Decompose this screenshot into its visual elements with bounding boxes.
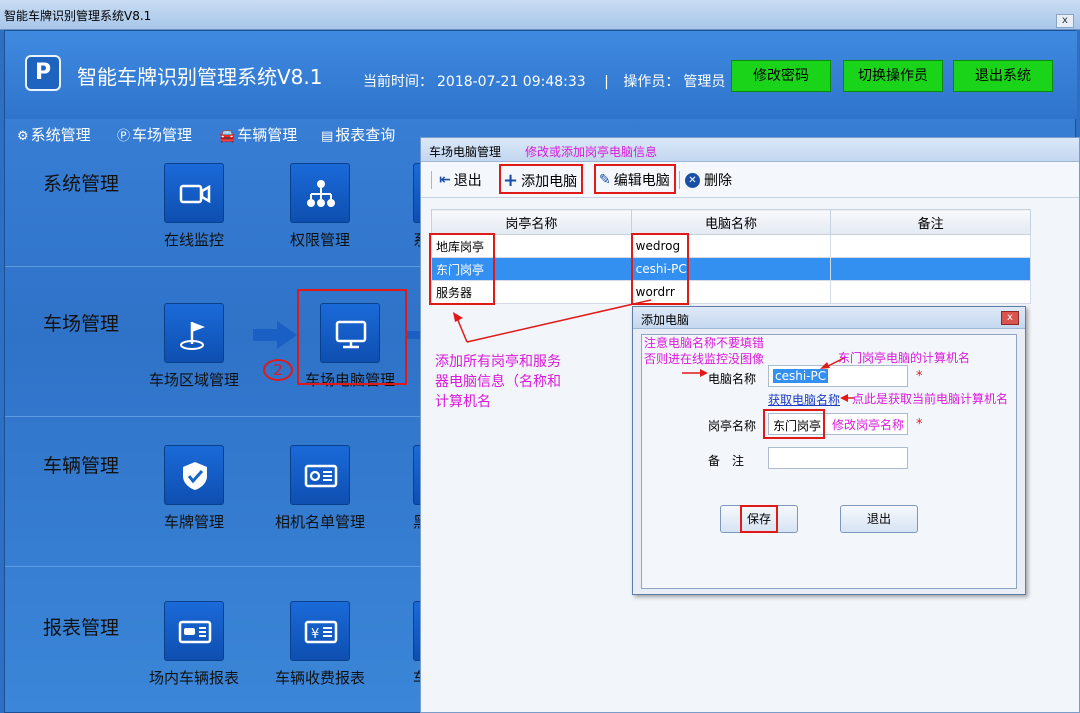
get-name-note: 点此是获取当前电脑计算机名 xyxy=(852,392,1009,406)
window-titlebar: 智能车牌识别管理系统V8.1 x xyxy=(0,0,1080,30)
section-title: 车辆管理 xyxy=(43,455,120,477)
section-title: 系统管理 xyxy=(43,173,120,195)
remark-label: 备 注 xyxy=(708,454,745,468)
add-pc-dialog: 添加电脑 x 注意电脑名称不要填错 否则进在线监控没图像 电脑名称 ceshi-… xyxy=(632,306,1026,595)
module-panel: 系统管理 在线监控 权限管理 系 车场管理 车场区域管理 2 车场电脑管理 车辆… xyxy=(5,149,425,713)
highlight-box xyxy=(763,409,825,439)
tile-system-partial[interactable]: 系 xyxy=(351,163,421,250)
dialog-title: 车场电脑管理 xyxy=(429,145,502,159)
tile-vehicle-partial[interactable]: 黑 xyxy=(351,445,421,532)
delete-button[interactable]: ✕ 删除 xyxy=(685,170,732,190)
table-row[interactable]: 地库岗亭 wedrog xyxy=(431,234,1031,258)
exit-system-button[interactable]: 退出系统 xyxy=(953,60,1053,92)
app-header: P 智能车牌识别管理系统V8.1 当前时间： 2018-07-21 09:48:3… xyxy=(5,31,1077,119)
column-header[interactable]: 备注 xyxy=(830,209,1031,235)
dialog-toolbar: ⇤ 退出 + 添加电脑 ✎ 编辑电脑 ✕ 删除 xyxy=(421,162,1079,198)
window-close-button[interactable]: x xyxy=(1056,14,1074,28)
section-parking: 车场管理 车场区域管理 2 车场电脑管理 xyxy=(5,267,425,417)
table-row[interactable]: 东门岗亭 ceshi-PC xyxy=(431,257,1031,281)
table-cell xyxy=(830,280,1031,304)
pc-name-label: 电脑名称 xyxy=(708,372,757,386)
app-title: 智能车牌识别管理系统V8.1 xyxy=(77,65,323,89)
menu-system[interactable]: ⚙ 系统管理 xyxy=(17,124,91,145)
tile-parking-area[interactable]: 车场区域管理 xyxy=(129,303,259,390)
svg-text:¥: ¥ xyxy=(311,627,319,642)
dialog-titlebar: 添加电脑 x xyxy=(633,307,1025,329)
time-value: 2018-07-21 09:48:33 xyxy=(437,74,586,90)
flag-icon xyxy=(180,322,205,350)
operator-value: 管理员 xyxy=(683,74,726,90)
delete-icon: ✕ xyxy=(685,172,700,188)
table-cell xyxy=(830,257,1031,281)
warning-text: 注意电脑名称不要填错 否则进在线监控没图像 xyxy=(644,336,765,366)
remark-input[interactable] xyxy=(768,447,908,469)
switch-operator-button[interactable]: 切换操作员 xyxy=(843,60,943,92)
booth-label: 岗亭名称 xyxy=(708,419,757,433)
org-chart-icon xyxy=(307,180,335,207)
shield-check-icon xyxy=(183,462,207,490)
annotation-note: 修改或添加岗亭电脑信息 xyxy=(525,145,658,159)
highlight-box xyxy=(740,505,778,533)
section-title: 车场管理 xyxy=(43,313,120,335)
annotation-text: 添加所有岗亭和服务 器电脑信息（名称和 计算机名 xyxy=(435,354,561,410)
status-separator: | xyxy=(604,74,609,90)
pc-table: 岗亭名称 电脑名称 备注 地库岗亭 wedrog 东门岗亭 ceshi-PC 服… xyxy=(431,209,1031,304)
highlight-box xyxy=(297,289,407,385)
highlight-box xyxy=(594,164,676,194)
get-pc-name-link[interactable]: 获取电脑名称 xyxy=(768,391,840,408)
booth-note: 修改岗亭名称 xyxy=(832,418,905,432)
exit-icon: ⇤ xyxy=(439,172,451,188)
menu-parking[interactable]: Ⓟ 车场管理 xyxy=(117,124,192,145)
report-icon: ▤ xyxy=(321,129,334,144)
arrow-right-icon xyxy=(682,369,708,377)
column-header[interactable]: 电脑名称 xyxy=(630,209,832,235)
dialog-titlebar: 车场电脑管理 修改或添加岗亭电脑信息 xyxy=(421,138,1079,162)
change-password-button[interactable]: 修改密码 xyxy=(731,60,831,92)
tile-plate-management[interactable]: 车牌管理 xyxy=(129,445,259,532)
column-header[interactable]: 岗亭名称 xyxy=(431,209,632,235)
tile-online-monitor[interactable]: 在线监控 xyxy=(129,163,259,250)
section-vehicle: 车辆管理 车牌管理 相机名单管理 黑 xyxy=(5,417,425,567)
tile-report-partial[interactable]: 车 xyxy=(351,601,421,688)
menu-vehicle[interactable]: 🚘 车辆管理 xyxy=(219,124,297,145)
tile-onsite-report[interactable]: 场内车辆报表 xyxy=(129,601,259,688)
dialog-title: 添加电脑 xyxy=(641,313,690,327)
window-title: 智能车牌识别管理系统V8.1 xyxy=(4,9,152,23)
highlight-box xyxy=(631,233,689,305)
exit-button[interactable]: 退出 xyxy=(840,505,918,533)
highlight-box xyxy=(429,233,495,305)
gear-icon: ⚙ xyxy=(17,129,29,144)
section-system: 系统管理 在线监控 权限管理 系 xyxy=(5,149,425,267)
section-title: 报表管理 xyxy=(43,617,120,639)
car-icon: 🚘 xyxy=(219,129,236,144)
app-logo: P xyxy=(25,55,61,91)
pc-name-note: 东门岗亭电脑的计算机名 xyxy=(838,351,971,365)
id-card-icon xyxy=(304,464,338,488)
camera-icon xyxy=(179,184,211,204)
parking-icon: Ⓟ xyxy=(117,129,131,144)
status-area: 当前时间： 2018-07-21 09:48:33 | 操作员： 管理员 xyxy=(363,71,729,91)
dialog-body: 注意电脑名称不要填错 否则进在线监控没图像 电脑名称 ceshi-PC * 东门… xyxy=(641,334,1017,589)
time-label: 当前时间： xyxy=(363,74,433,90)
yen-list-icon: ¥ xyxy=(304,620,338,644)
highlight-box xyxy=(499,164,583,194)
table-cell xyxy=(830,234,1031,258)
operator-label: 操作员： xyxy=(623,74,680,90)
exit-button[interactable]: ⇤ 退出 xyxy=(439,170,482,190)
section-report: 报表管理 场内车辆报表 ¥ 车辆收费报表 车 xyxy=(5,567,425,713)
car-list-icon xyxy=(178,620,212,644)
menu-report[interactable]: ▤ 报表查询 xyxy=(321,124,395,145)
close-icon[interactable]: x xyxy=(1001,311,1019,325)
